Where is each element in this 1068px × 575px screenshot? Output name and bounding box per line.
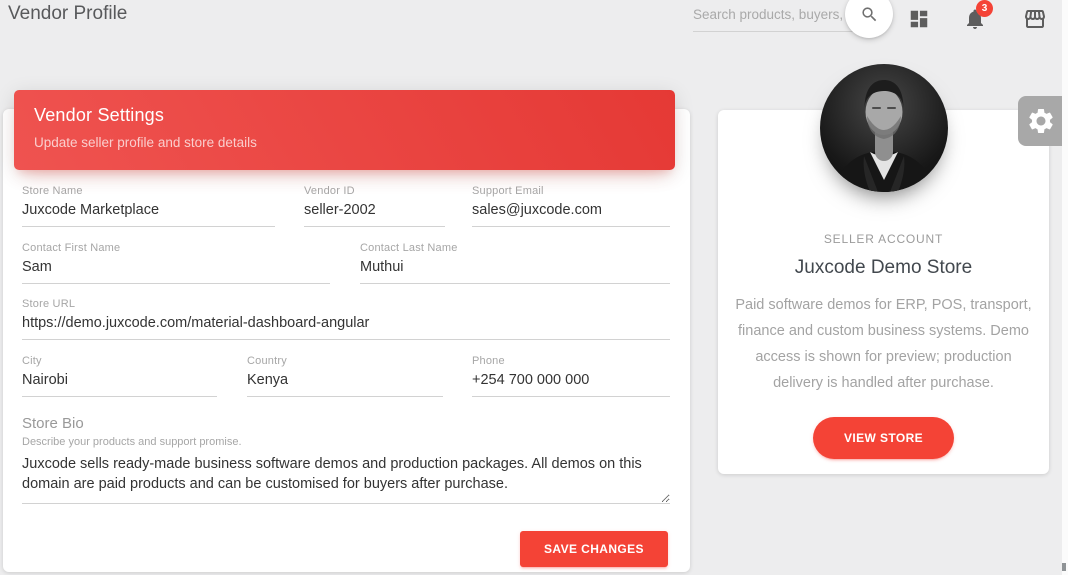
store-name-label: Store Name xyxy=(22,185,275,197)
vendor-id-field: Vendor ID xyxy=(304,185,445,227)
phone-field: Phone xyxy=(472,355,670,397)
vendor-settings-card-header: Vendor Settings Update seller profile an… xyxy=(14,90,675,170)
phone-label: Phone xyxy=(472,355,670,367)
view-store-button[interactable]: VIEW STORE xyxy=(813,417,954,459)
phone-input[interactable] xyxy=(472,367,670,397)
search-field-wrap xyxy=(693,0,853,32)
seller-description: Paid software demos for ERP, POS, transp… xyxy=(731,292,1037,396)
support-email-label: Support Email xyxy=(472,185,670,197)
store-bio-helper: Describe your products and support promi… xyxy=(22,436,242,448)
search-icon xyxy=(860,5,879,24)
city-input[interactable] xyxy=(22,367,217,397)
vendor-id-label: Vendor ID xyxy=(304,185,445,197)
dashboard-icon xyxy=(908,8,930,30)
right-edge-strip xyxy=(1062,0,1068,575)
avatar xyxy=(820,64,948,192)
country-label: Country xyxy=(247,355,443,367)
scrollbar-mark xyxy=(1062,563,1066,571)
storefront-nav-button[interactable] xyxy=(1022,6,1048,32)
store-url-field: Store URL xyxy=(22,298,670,340)
contact-first-name-label: Contact First Name xyxy=(22,242,330,254)
storefront-icon xyxy=(1023,7,1047,31)
store-name-input[interactable] xyxy=(22,197,275,227)
seller-store-name: Juxcode Demo Store xyxy=(718,257,1049,279)
country-input[interactable] xyxy=(247,367,443,397)
store-bio-textarea[interactable]: Juxcode sells ready-made business softwa… xyxy=(22,452,670,504)
store-url-input[interactable] xyxy=(22,310,670,340)
search-button[interactable] xyxy=(845,0,893,38)
search-input[interactable] xyxy=(693,0,853,32)
contact-last-name-label: Contact Last Name xyxy=(360,242,670,254)
support-email-field: Support Email xyxy=(472,185,670,227)
seller-account-tag: SELLER ACCOUNT xyxy=(718,232,1049,246)
contact-first-name-input[interactable] xyxy=(22,254,330,284)
vendor-id-input[interactable] xyxy=(304,197,445,227)
card-title: Vendor Settings xyxy=(34,105,655,126)
contact-last-name-input[interactable] xyxy=(360,254,670,284)
store-name-field: Store Name xyxy=(22,185,275,227)
city-label: City xyxy=(22,355,217,367)
dashboard-nav-button[interactable] xyxy=(906,6,932,32)
notifications-button[interactable]: 3 xyxy=(962,6,988,32)
support-email-input[interactable] xyxy=(472,197,670,227)
contact-first-name-field: Contact First Name xyxy=(22,242,330,284)
store-url-label: Store URL xyxy=(22,298,670,310)
city-field: City xyxy=(22,355,217,397)
store-bio-heading: Store Bio xyxy=(22,415,84,432)
country-field: Country xyxy=(247,355,443,397)
notification-badge: 3 xyxy=(976,0,993,17)
card-subtitle: Update seller profile and store details xyxy=(34,135,655,150)
page-title: Vendor Profile xyxy=(8,3,127,25)
settings-panel-button[interactable] xyxy=(1018,96,1063,146)
gear-icon xyxy=(1026,106,1056,136)
contact-last-name-field: Contact Last Name xyxy=(360,242,670,284)
save-changes-button[interactable]: SAVE CHANGES xyxy=(520,531,668,567)
